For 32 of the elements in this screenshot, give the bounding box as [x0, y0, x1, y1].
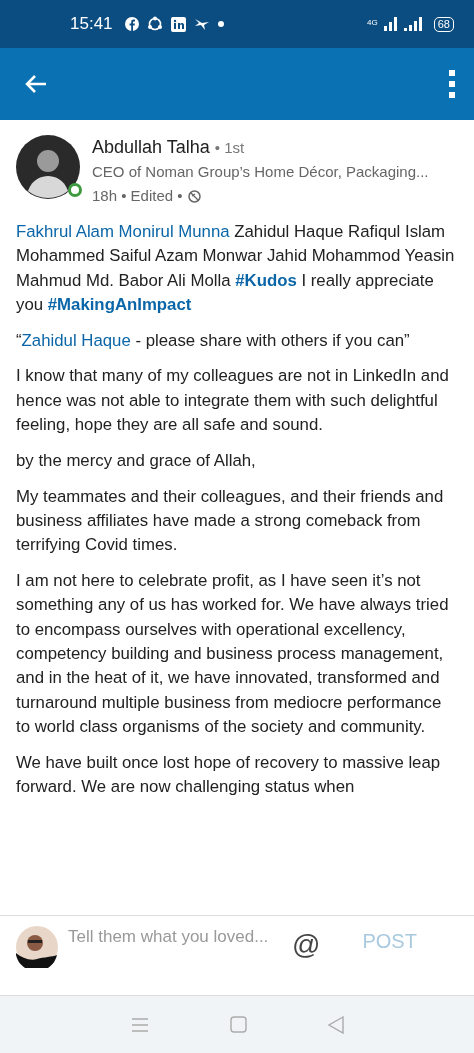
signal-icon — [383, 17, 398, 31]
comment-input-field[interactable]: Tell them what you loved... — [68, 926, 278, 982]
back-button[interactable] — [24, 74, 48, 94]
back-icon — [24, 74, 48, 94]
post-paragraph: Fakhrul Alam Monirul Munna Zahidul Haque Rafiqul Islam Mohammed Saiful Azam Monwar Jahid Mohammod Yeasin Mahmud Md. Babor Ali Molla #Kudos I really appreciate you #MakingAnImpact — [16, 221, 456, 316]
mention-link[interactable]: Zahidul Haque — [21, 330, 131, 350]
post-paragraph: I know that many of my colleagues are not in LinkedIn and hence was not able to integrate them with such delightful feeling, hope they are all safe and sound. — [16, 365, 450, 437]
signal-icon — [403, 17, 422, 31]
user-avatar — [16, 926, 58, 968]
connection-degree: • 1st — [214, 138, 245, 158]
share-icon — [146, 16, 163, 32]
post-paragraph: I am not here to celebrate profit, as I have seen it’s not something any of us has worked for. We have always tried to encompass ourselves with operational excellency, competency building and business process management, and in the heat of it, we have innovated, transformed and turnaround multiple business from mediocre performance to world class organisms of the society and community. — [16, 570, 450, 738]
linkedin-icon — [170, 16, 186, 32]
post-meta: 18h • Edited • — [92, 186, 183, 206]
facebook-icon — [124, 17, 139, 31]
more-icon — [448, 70, 456, 98]
post-paragraph: We have built once lost hope of recovery to massive leap forward. We are now challenging status when — [16, 751, 442, 798]
mention-button[interactable]: @ — [292, 924, 321, 966]
post-paragraph: by the mercy and grace of Allah, — [16, 449, 257, 472]
avatar[interactable] — [16, 135, 80, 199]
network-type: 4G — [367, 18, 378, 27]
post-paragraph: “Zahidul Haque - please share with others if you can” — [16, 329, 411, 352]
notification-dot-icon — [217, 21, 224, 27]
mention-link[interactable]: Fakhrul Alam Monirul Munna — [16, 222, 230, 241]
author-name[interactable]: Abdullah Talha — [92, 135, 210, 159]
author-headline: CEO of Noman Group’s Home Décor, Packaging... — [92, 162, 429, 182]
status-time: 15:41 — [70, 13, 113, 36]
more-options-button[interactable] — [448, 70, 456, 98]
hashtag-link[interactable]: #Kudos — [235, 270, 297, 290]
hashtag-link[interactable]: #MakingAnImpact — [47, 294, 192, 314]
battery-indicator: 68 — [433, 16, 454, 32]
post-paragraph: My teammates and their colleagues, and their friends and business affiliates have made a strong comeback from terrifying Covid times. — [16, 485, 445, 557]
